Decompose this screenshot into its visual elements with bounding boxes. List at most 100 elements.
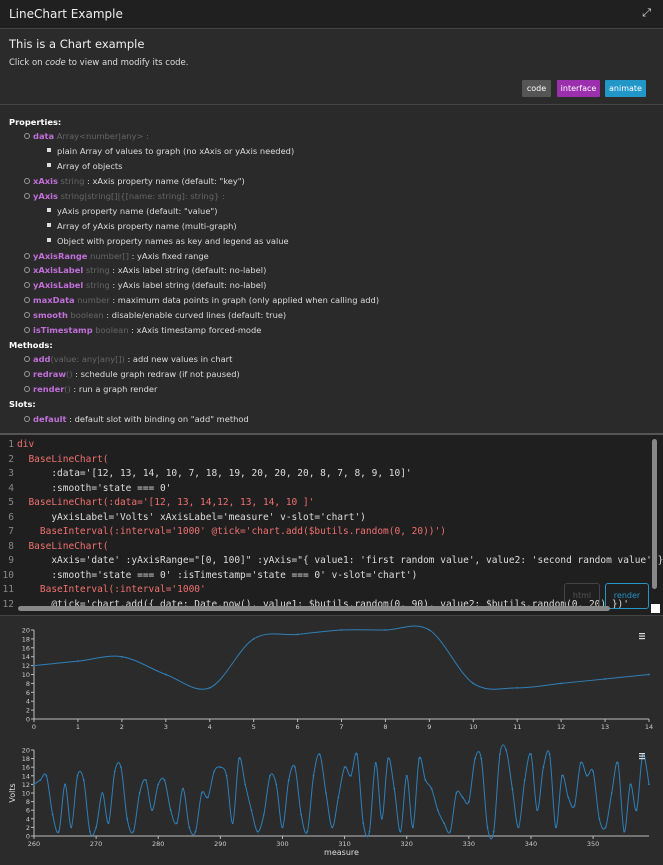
data-point bbox=[262, 813, 265, 816]
slot-default: default : default slot with binding on "… bbox=[33, 414, 249, 424]
code-line[interactable]: div bbox=[17, 439, 34, 450]
editor-vertical-scrollbar[interactable] bbox=[652, 439, 657, 589]
code-line[interactable]: BaseInterval(:interval='1000' bbox=[17, 584, 206, 595]
docs-panel: Properties: data Array<number|any> : pla… bbox=[0, 104, 663, 433]
prop-data: data Array<number|any> : bbox=[33, 131, 149, 141]
data-point bbox=[449, 830, 452, 833]
line-number: 8 bbox=[8, 540, 14, 552]
bullet-circle bbox=[24, 416, 30, 422]
prop-yaxis: yAxis string|string[]|{[name: string]: s… bbox=[33, 191, 225, 201]
series-line bbox=[33, 625, 650, 690]
intro-sub-post: to view and modify its code. bbox=[65, 58, 189, 68]
data-point bbox=[163, 779, 166, 781]
data-point bbox=[610, 792, 613, 794]
data-point bbox=[138, 792, 141, 794]
data-point bbox=[287, 779, 290, 781]
editor-horizontal-scrollbar[interactable] bbox=[18, 606, 610, 611]
y-tick-label: 6 bbox=[26, 689, 30, 697]
code-line[interactable]: :data='[12, 13, 14, 10, 7, 18, 19, 20, 2… bbox=[17, 468, 411, 479]
y-tick-label: 20 bbox=[22, 747, 30, 755]
x-tick-label: 270 bbox=[90, 840, 102, 848]
bullet-square bbox=[47, 148, 51, 152]
data-point bbox=[45, 774, 48, 777]
animate-button[interactable]: animate bbox=[605, 80, 646, 97]
code-line[interactable]: :smooth='state === 0' bbox=[17, 483, 171, 494]
line-number: 12 bbox=[2, 598, 14, 610]
x-tick-label: 2 bbox=[120, 723, 124, 731]
properties-title: Properties: bbox=[9, 117, 62, 127]
render-button[interactable]: render bbox=[605, 583, 649, 609]
code-button[interactable]: code bbox=[522, 80, 551, 97]
data-point bbox=[424, 779, 427, 781]
data-point bbox=[126, 817, 129, 820]
x-tick-label: 310 bbox=[338, 840, 350, 848]
prop-xaxislabel: xAxisLabel string : xAxis label string (… bbox=[33, 265, 267, 275]
data-point bbox=[362, 822, 365, 824]
code-line[interactable]: BaseLineChart( bbox=[17, 541, 108, 552]
data-point bbox=[399, 830, 402, 833]
data-point bbox=[561, 774, 563, 777]
data-point bbox=[82, 779, 85, 781]
data-point bbox=[113, 770, 116, 773]
data-point bbox=[380, 817, 383, 820]
data-point bbox=[76, 774, 79, 777]
bullet-circle bbox=[24, 193, 30, 199]
bullet-circle bbox=[24, 371, 30, 377]
code-line[interactable]: xAxis='date' :yAxisRange="[0, 100]" :yAx… bbox=[17, 555, 663, 566]
data-point bbox=[331, 826, 334, 829]
y-tick-label: 8 bbox=[26, 680, 30, 688]
y-tick-label: 10 bbox=[22, 671, 30, 679]
data-point bbox=[169, 809, 172, 812]
data-point bbox=[208, 686, 211, 689]
data-point bbox=[337, 796, 340, 799]
data-point bbox=[200, 792, 203, 794]
x-tick-label: 290 bbox=[214, 840, 226, 848]
bullet-circle bbox=[24, 133, 30, 139]
data-point bbox=[296, 633, 299, 636]
prop-istimestamp: isTimestamp boolean : xAxis timestamp fo… bbox=[33, 325, 262, 335]
code-line[interactable]: BaseLineChart(:data='[12, 13, 14,12, 13,… bbox=[17, 497, 314, 508]
x-tick-label: 5 bbox=[252, 723, 256, 731]
data-point bbox=[157, 783, 160, 786]
code-line[interactable]: :smooth='state === 0' :isTimestamp='stat… bbox=[17, 570, 417, 581]
code-line[interactable]: BaseInterval(:interval='1000' @tick='cha… bbox=[17, 526, 446, 537]
data-point bbox=[225, 774, 228, 777]
x-tick-label: 6 bbox=[296, 723, 300, 731]
code-editor[interactable]: 1 div 2 BaseLineChart(3 :data='[12, 13, 14… bbox=[0, 433, 663, 615]
data-point bbox=[480, 757, 483, 760]
data-point bbox=[368, 830, 371, 833]
x-tick-label: 340 bbox=[525, 840, 537, 848]
data-point bbox=[623, 830, 626, 833]
data-point bbox=[548, 753, 551, 756]
window-title: LineChart Example bbox=[9, 7, 123, 21]
bullet-circle bbox=[24, 178, 30, 184]
x-tick-label: 12 bbox=[557, 723, 565, 731]
bullet-circle bbox=[24, 253, 30, 259]
window-titlebar: LineChart Example ⤢ bbox=[0, 0, 663, 29]
data-point bbox=[70, 826, 73, 829]
data-point bbox=[151, 809, 153, 812]
prop-smooth: smooth boolean : disable/enable curved l… bbox=[33, 310, 287, 320]
data-point bbox=[567, 796, 570, 799]
data-point bbox=[231, 822, 234, 824]
data-point bbox=[107, 822, 110, 824]
methods-title: Methods: bbox=[9, 340, 53, 350]
data-point bbox=[523, 779, 526, 781]
line-number: 6 bbox=[8, 511, 14, 523]
x-tick-label: 4 bbox=[208, 723, 212, 731]
data-point bbox=[430, 787, 433, 790]
y-tick-label: 20 bbox=[22, 627, 30, 635]
line-number: 1 bbox=[8, 439, 14, 450]
x-axis-label: measure bbox=[324, 848, 359, 857]
code-line[interactable]: yAxisLabel='Volts' xAxisLabel='measure' … bbox=[17, 512, 366, 523]
code-line[interactable]: BaseLineChart( bbox=[17, 454, 108, 465]
data-point bbox=[505, 749, 508, 751]
prop-xaxis: xAxis string : xAxis property name (defa… bbox=[33, 176, 245, 186]
line-number: 11 bbox=[2, 584, 14, 595]
expand-icon[interactable]: ⤢ bbox=[642, 6, 651, 20]
prop-yaxislabel: yAxisLabel string : yAxis label string (… bbox=[33, 280, 267, 290]
hamburger-icon bbox=[639, 758, 645, 760]
data-point bbox=[560, 682, 563, 685]
interface-button[interactable]: interface bbox=[557, 80, 600, 97]
data-point bbox=[604, 826, 607, 829]
